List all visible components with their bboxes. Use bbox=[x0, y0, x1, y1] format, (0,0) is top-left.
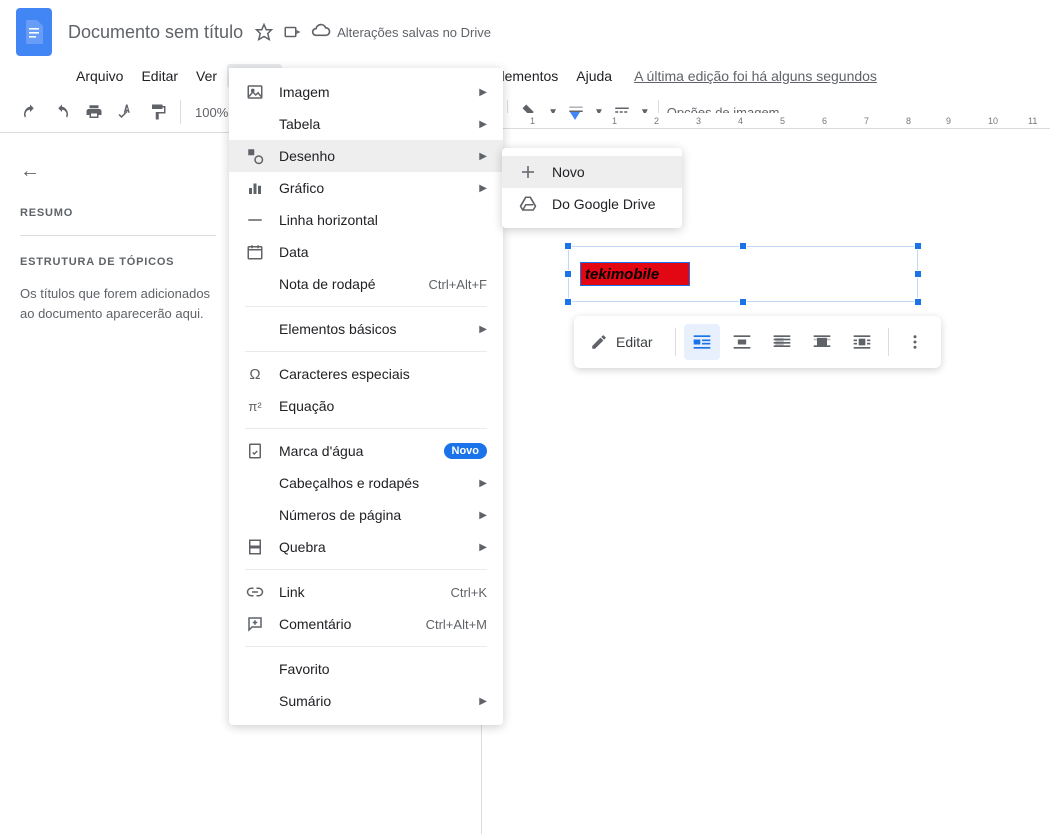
wrap-inline-option[interactable] bbox=[684, 324, 720, 360]
move-icon[interactable] bbox=[283, 23, 301, 41]
chevron-right-icon: ▶ bbox=[479, 119, 487, 130]
omega-icon: Ω bbox=[245, 364, 265, 384]
doc-title[interactable]: Documento sem título bbox=[68, 22, 243, 43]
calendar-icon bbox=[245, 242, 265, 262]
document-canvas[interactable]: tekimobile bbox=[482, 130, 1050, 834]
star-icon[interactable] bbox=[255, 23, 273, 41]
docs-logo[interactable] bbox=[16, 8, 52, 56]
insert-menu-dropdown: Imagem ▶ Tabela ▶ Desenho ▶ Gráfico ▶ Li… bbox=[229, 68, 503, 725]
drive-icon bbox=[518, 194, 538, 214]
menu-ajuda[interactable]: Ajuda bbox=[568, 64, 620, 88]
chevron-right-icon: ▶ bbox=[479, 542, 487, 553]
sidebar-back-button[interactable]: ← bbox=[20, 160, 216, 183]
link-icon bbox=[245, 582, 265, 602]
menu-item-favorito[interactable]: Favorito bbox=[229, 653, 503, 685]
zoom-level[interactable]: 100% bbox=[189, 105, 234, 120]
chevron-right-icon: ▶ bbox=[479, 478, 487, 489]
menu-item-cabecalhos[interactable]: Cabeçalhos e rodapés ▶ bbox=[229, 467, 503, 499]
menu-item-tabela[interactable]: Tabela ▶ bbox=[229, 108, 503, 140]
chevron-right-icon: ▶ bbox=[479, 696, 487, 707]
print-button[interactable] bbox=[80, 98, 108, 126]
chevron-right-icon: ▶ bbox=[479, 324, 487, 335]
menu-item-nota-rodape[interactable]: Nota de rodapé Ctrl+Alt+F bbox=[229, 268, 503, 300]
edit-drawing-button[interactable]: Editar bbox=[582, 324, 667, 360]
menu-item-linha-horizontal[interactable]: Linha horizontal bbox=[229, 204, 503, 236]
break-icon bbox=[245, 537, 265, 557]
wrap-break-option[interactable] bbox=[724, 324, 760, 360]
menu-editar[interactable]: Editar bbox=[133, 64, 186, 88]
spellcheck-button[interactable] bbox=[112, 98, 140, 126]
menu-item-link[interactable]: Link Ctrl+K bbox=[229, 576, 503, 608]
chevron-right-icon: ▶ bbox=[479, 87, 487, 98]
menubar: Arquivo Editar Ver Inserir Formatar Ferr… bbox=[0, 64, 1050, 92]
menu-item-numeros-pagina[interactable]: Números de página ▶ bbox=[229, 499, 503, 531]
menu-item-sumario[interactable]: Sumário ▶ bbox=[229, 685, 503, 717]
chevron-right-icon: ▶ bbox=[479, 183, 487, 194]
watermark-icon bbox=[245, 441, 265, 461]
chevron-right-icon: ▶ bbox=[479, 510, 487, 521]
sidebar-empty-text: Os títulos que forem adicionados ao docu… bbox=[20, 284, 216, 323]
ruler-indent-marker[interactable] bbox=[570, 112, 580, 120]
menu-item-marca-dagua[interactable]: Marca d'água Novo bbox=[229, 435, 503, 467]
menu-item-comentario[interactable]: Comentário Ctrl+Alt+M bbox=[229, 608, 503, 640]
wrap-square-option[interactable] bbox=[844, 324, 880, 360]
menu-arquivo[interactable]: Arquivo bbox=[68, 64, 131, 88]
sidebar-estrutura-heading: ESTRUTURA DE TÓPICOS bbox=[20, 256, 216, 268]
menu-item-desenho[interactable]: Desenho ▶ bbox=[229, 140, 503, 172]
wrap-behind-option[interactable] bbox=[764, 324, 800, 360]
menu-item-quebra[interactable]: Quebra ▶ bbox=[229, 531, 503, 563]
plus-icon bbox=[518, 162, 538, 182]
horizontal-ruler: 1 1 2 3 4 5 6 7 8 9 10 11 bbox=[466, 113, 1050, 129]
menu-item-equacao[interactable]: π² Equação bbox=[229, 390, 503, 422]
more-options-button[interactable] bbox=[897, 324, 933, 360]
hr-icon bbox=[245, 210, 265, 230]
chart-icon bbox=[245, 178, 265, 198]
menu-item-elementos-basicos[interactable]: Elementos básicos ▶ bbox=[229, 313, 503, 345]
menu-item-imagem[interactable]: Imagem ▶ bbox=[229, 76, 503, 108]
image-floating-toolbar: Editar bbox=[574, 316, 941, 368]
cloud-icon bbox=[311, 22, 331, 42]
undo-button[interactable] bbox=[16, 98, 44, 126]
redo-button[interactable] bbox=[48, 98, 76, 126]
chevron-right-icon: ▶ bbox=[479, 151, 487, 162]
menu-item-data[interactable]: Data bbox=[229, 236, 503, 268]
submenu-item-drive[interactable]: Do Google Drive bbox=[502, 188, 682, 220]
save-status-text: Alterações salvas no Drive bbox=[337, 25, 491, 40]
desenho-submenu: Novo Do Google Drive bbox=[502, 148, 682, 228]
submenu-item-novo[interactable]: Novo bbox=[502, 156, 682, 188]
drawing-object[interactable]: tekimobile bbox=[580, 262, 690, 286]
sidebar-resumo-heading: RESUMO bbox=[20, 207, 216, 219]
comment-icon bbox=[245, 614, 265, 634]
menu-item-grafico[interactable]: Gráfico ▶ bbox=[229, 172, 503, 204]
drawing-icon bbox=[245, 146, 265, 166]
menu-ver[interactable]: Ver bbox=[188, 64, 225, 88]
last-edit-link[interactable]: A última edição foi há alguns segundos bbox=[634, 64, 877, 88]
menu-item-caracteres-especiais[interactable]: Ω Caracteres especiais bbox=[229, 358, 503, 390]
pencil-icon bbox=[590, 333, 608, 351]
format-paint-button[interactable] bbox=[144, 98, 172, 126]
pi-icon: π² bbox=[245, 396, 265, 416]
outline-sidebar: ← RESUMO ESTRUTURA DE TÓPICOS Os títulos… bbox=[8, 140, 228, 343]
image-icon bbox=[245, 82, 265, 102]
wrap-front-option[interactable] bbox=[804, 324, 840, 360]
